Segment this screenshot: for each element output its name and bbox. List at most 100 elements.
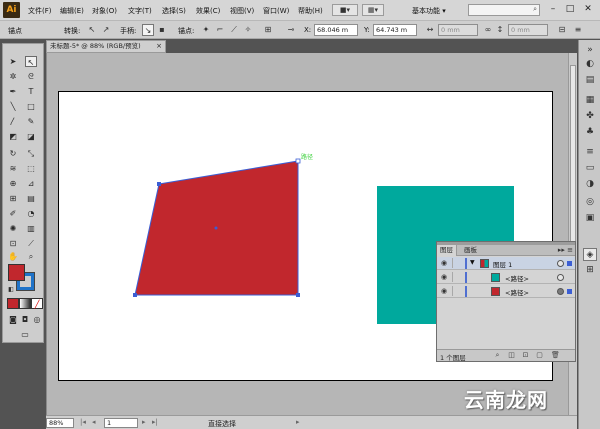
new-sublayer-icon[interactable]: ⊡ xyxy=(521,351,530,360)
pencil-tool-icon[interactable]: ✎ xyxy=(25,116,37,127)
handle-hide-icon[interactable]: ▪ xyxy=(156,24,168,36)
artboard-field[interactable]: 1 xyxy=(104,418,138,428)
menu-object[interactable]: 对象(O) xyxy=(92,6,117,16)
column-graph-tool-icon[interactable]: ▥ xyxy=(25,223,37,234)
perspective-grid-tool-icon[interactable]: ⊿ xyxy=(25,178,37,189)
lock-toggle[interactable] xyxy=(452,272,462,282)
lasso-tool-icon[interactable]: ᘓ xyxy=(25,71,37,82)
align-icon[interactable]: ⊞ xyxy=(262,24,274,36)
layer-row[interactable]: ◉ ▼ 图层 1 xyxy=(437,257,575,270)
bridge-button[interactable]: ■▾ xyxy=(332,4,358,16)
magic-wand-tool-icon[interactable]: ✲ xyxy=(7,71,19,82)
last-artboard-icon[interactable]: ▸| xyxy=(152,418,158,426)
color-mode-icon[interactable] xyxy=(7,298,19,309)
width-tool-icon[interactable]: ≋ xyxy=(7,163,19,174)
prev-artboard-icon[interactable]: ◂ xyxy=(92,418,96,426)
make-clipping-mask-icon[interactable]: ◫ xyxy=(507,351,516,360)
next-artboard-icon[interactable]: ▸ xyxy=(142,418,146,426)
menu-help[interactable]: 帮助(H) xyxy=(298,6,323,16)
layer-name[interactable]: 图层 1 xyxy=(493,259,512,269)
remove-anchor-icon[interactable]: ✦ xyxy=(200,24,212,36)
x-field[interactable]: 68.046 m xyxy=(314,24,358,36)
gradient-tool-icon[interactable]: ▤ xyxy=(25,193,37,204)
draw-normal-icon[interactable]: ◙ xyxy=(7,314,19,325)
draw-inside-icon[interactable]: ◎ xyxy=(31,314,43,325)
panel-menu-icon[interactable]: ▸▸ ≡ xyxy=(558,245,573,255)
symbol-sprayer-tool-icon[interactable]: ✺ xyxy=(7,223,19,234)
draw-behind-icon[interactable]: ◘ xyxy=(19,314,31,325)
swatches-panel-icon[interactable]: ▦ xyxy=(583,94,597,107)
control-menu-icon[interactable]: ≡ xyxy=(572,24,584,36)
target-circle-icon[interactable] xyxy=(557,274,564,281)
anchor-point[interactable] xyxy=(296,293,300,297)
minimize-button[interactable]: – xyxy=(546,3,560,16)
paintbrush-tool-icon[interactable]: 〳 xyxy=(7,116,19,127)
slice-tool-icon[interactable]: ⟋ xyxy=(25,238,37,249)
artboard-tool-icon[interactable]: ⊡ xyxy=(7,238,19,249)
pen-tool-icon[interactable]: ✒ xyxy=(7,86,19,97)
gradient-mode-icon[interactable] xyxy=(19,298,31,309)
appearance-panel-icon[interactable]: ◎ xyxy=(583,196,597,209)
gradient-panel-icon[interactable]: ▭ xyxy=(583,162,597,175)
zoom-field[interactable]: 88% xyxy=(46,418,74,428)
dock-collapse-icon[interactable]: » xyxy=(583,44,597,57)
symbols-panel-icon[interactable]: ♣ xyxy=(583,126,597,139)
lock-toggle[interactable] xyxy=(452,286,462,296)
transform-icon[interactable]: ⊟ xyxy=(556,24,568,36)
line-tool-icon[interactable]: ╲ xyxy=(7,101,19,112)
convert-corner-icon[interactable]: ↖ xyxy=(86,24,98,36)
direct-selection-tool-icon[interactable]: ↖ xyxy=(25,56,37,67)
close-button[interactable]: ✕ xyxy=(581,3,595,16)
anchor-point-selected[interactable] xyxy=(295,158,301,164)
menu-select[interactable]: 选择(S) xyxy=(162,6,186,16)
menu-edit[interactable]: 编辑(E) xyxy=(60,6,84,16)
isolate-icon[interactable]: ✧ xyxy=(242,24,254,36)
visibility-eye-icon[interactable]: ◉ xyxy=(439,258,449,268)
constrain-icon[interactable]: ∞ xyxy=(482,24,494,36)
transparency-panel-icon[interactable]: ◑ xyxy=(583,178,597,191)
path-name[interactable]: <路径> xyxy=(505,273,529,283)
cut-path-icon[interactable]: ⟋ xyxy=(228,24,240,36)
layers-panel-icon[interactable]: ◈ xyxy=(583,248,597,261)
document-tab[interactable]: 未标题-5* @ 88% (RGB/预览) × xyxy=(46,40,166,53)
expand-arrow-icon[interactable]: ▼ xyxy=(470,259,475,266)
menu-effect[interactable]: 效果(C) xyxy=(196,6,220,16)
handle-show-icon[interactable]: ↘ xyxy=(142,24,154,36)
rotate-tool-icon[interactable]: ↻ xyxy=(7,148,19,159)
none-mode-icon[interactable]: ╱ xyxy=(31,298,43,309)
y-field[interactable]: 64.743 m xyxy=(373,24,417,36)
close-document-icon[interactable]: × xyxy=(156,41,162,52)
search-input[interactable]: ⌕ xyxy=(468,4,540,16)
fill-color-swatch[interactable] xyxy=(8,264,25,281)
list-item[interactable]: ◉ <路径> xyxy=(437,271,575,284)
reference-point-icon[interactable]: ⊸ xyxy=(285,24,297,36)
locate-object-icon[interactable]: ⌕ xyxy=(493,351,502,360)
eyedropper-tool-icon[interactable]: ✐ xyxy=(7,208,19,219)
menu-view[interactable]: 视图(V) xyxy=(230,6,254,16)
selection-tool-icon[interactable]: ➤ xyxy=(7,56,19,67)
blend-tool-icon[interactable]: ◔ xyxy=(25,208,37,219)
scale-tool-icon[interactable]: ⤡ xyxy=(25,148,37,159)
workspace-switcher[interactable]: 基本功能 ▾ xyxy=(412,6,446,16)
first-artboard-icon[interactable]: |◂ xyxy=(80,418,86,426)
anchor-point[interactable] xyxy=(133,293,137,297)
selection-indicator[interactable] xyxy=(567,261,572,266)
mesh-tool-icon[interactable]: ⊞ xyxy=(7,193,19,204)
delete-layer-icon[interactable]: 🗑 xyxy=(551,351,560,360)
menu-type[interactable]: 文字(T) xyxy=(128,6,152,16)
visibility-eye-icon[interactable]: ◉ xyxy=(439,272,449,282)
anchor-point[interactable] xyxy=(157,182,161,186)
stroke-panel-icon[interactable]: ≡ xyxy=(583,146,597,159)
menu-window[interactable]: 窗口(W) xyxy=(263,6,289,16)
shape-builder-tool-icon[interactable]: ⊕ xyxy=(7,178,19,189)
target-circle-icon[interactable] xyxy=(557,288,564,295)
zoom-tool-icon[interactable]: ⌕ xyxy=(25,251,37,262)
hand-tool-icon[interactable]: ✋ xyxy=(7,251,19,262)
maximize-button[interactable]: □ xyxy=(563,3,577,16)
color-guide-icon[interactable]: ▤ xyxy=(583,74,597,87)
rectangle-tool-icon[interactable]: □ xyxy=(25,101,37,112)
height-field[interactable]: 0 mm xyxy=(508,24,548,36)
lock-toggle[interactable] xyxy=(452,258,462,268)
brushes-panel-icon[interactable]: ✤ xyxy=(583,110,597,123)
tab-artboards[interactable]: 画板 xyxy=(461,245,480,256)
